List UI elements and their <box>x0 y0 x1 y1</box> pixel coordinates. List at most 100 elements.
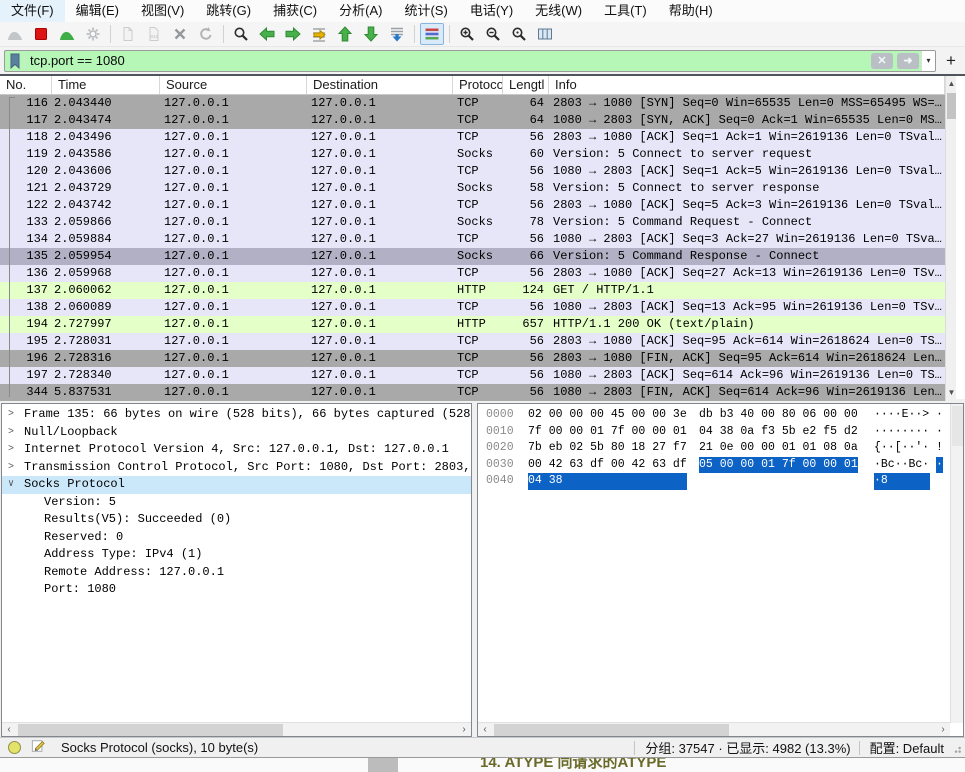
hex-offset[interactable]: 0000 <box>486 407 516 424</box>
menu-item[interactable]: 跳转(G) <box>195 0 262 22</box>
packet-row[interactable]: 1342.059884127.0.0.1127.0.0.1TCP561080 →… <box>0 231 945 248</box>
packet-list-scrollbar[interactable]: ▲ ▼ <box>945 76 956 401</box>
scroll-right-icon[interactable]: › <box>936 723 950 737</box>
packet-row[interactable]: 1942.727997127.0.0.1127.0.0.1HTTP657HTTP… <box>0 316 945 333</box>
ascii-bytes[interactable]: ····E··> <box>874 407 930 424</box>
details-hscrollbar[interactable]: ‹ › <box>2 722 471 736</box>
scrollbar-thumb[interactable] <box>494 724 729 736</box>
packet-row[interactable]: 1192.043586127.0.0.1127.0.0.1Socks60Vers… <box>0 146 945 163</box>
column-header-no[interactable]: No. <box>0 76 52 94</box>
packet-row[interactable]: 1372.060062127.0.0.1127.0.0.1HTTP124GET … <box>0 282 945 299</box>
resize-grip[interactable] <box>950 742 962 754</box>
detail-tree-item[interactable]: Remote Address: 127.0.0.1 <box>2 564 471 582</box>
go-to-packet-icon[interactable] <box>307 23 331 45</box>
ascii-bytes[interactable]: ·8 <box>874 473 930 490</box>
add-filter-button[interactable]: + <box>941 51 961 71</box>
colorize-icon[interactable] <box>420 23 444 45</box>
scroll-right-icon[interactable]: › <box>457 723 471 737</box>
display-filter-input[interactable]: tcp.port == 1080 <box>25 53 869 68</box>
ascii-bytes[interactable]: · <box>936 407 943 424</box>
ascii-bytes[interactable]: · <box>936 457 943 474</box>
packet-row[interactable]: 1222.043742127.0.0.1127.0.0.1TCP562803 →… <box>0 197 945 214</box>
packet-row[interactable]: 1182.043496127.0.0.1127.0.0.1TCP562803 →… <box>0 129 945 146</box>
menu-item[interactable]: 分析(A) <box>328 0 393 22</box>
detail-tree-item[interactable]: ∨Socks Protocol <box>2 476 471 494</box>
go-last-icon[interactable] <box>359 23 383 45</box>
detail-tree-item[interactable]: >Null/Loopback <box>2 424 471 442</box>
hex-bytes[interactable]: 7b eb 02 5b 80 18 27 f7 <box>528 440 687 457</box>
restart-capture-icon[interactable] <box>55 23 79 45</box>
close-file-icon[interactable] <box>168 23 192 45</box>
hex-offset[interactable]: 0020 <box>486 440 516 457</box>
scrollbar-thumb[interactable] <box>947 93 956 119</box>
column-header-info[interactable]: Info <box>549 76 945 94</box>
detail-tree-item[interactable]: Port: 1080 <box>2 581 471 599</box>
expand-icon[interactable]: > <box>8 424 14 442</box>
packet-list-minimap[interactable] <box>956 76 965 401</box>
packet-row[interactable]: 1962.728316127.0.0.1127.0.0.1TCP562803 →… <box>0 350 945 367</box>
packet-row[interactable]: 1202.043606127.0.0.1127.0.0.1TCP561080 →… <box>0 163 945 180</box>
hex-bytes[interactable]: 02 00 00 00 45 00 00 3e <box>528 407 687 424</box>
hex-row[interactable]: 0040 04 38 ·8 <box>478 473 950 490</box>
hex-row[interactable]: 000002 00 00 00 45 00 00 3edb b3 40 00 8… <box>478 407 950 424</box>
expand-icon[interactable]: > <box>8 459 14 477</box>
menu-item[interactable]: 编辑(E) <box>65 0 130 22</box>
column-header-destination[interactable]: Destination <box>307 76 453 94</box>
hex-bytes[interactable]: 21 0e 00 00 01 01 08 0a <box>699 440 858 457</box>
packet-row[interactable]: 1382.060089127.0.0.1127.0.0.1TCP561080 →… <box>0 299 945 316</box>
menu-item[interactable]: 文件(F) <box>0 0 65 22</box>
detail-tree-item[interactable]: >Frame 135: 66 bytes on wire (528 bits),… <box>2 406 471 424</box>
hex-offset[interactable]: 0030 <box>486 457 516 474</box>
ascii-bytes[interactable]: ! <box>936 440 943 457</box>
column-header-source[interactable]: Source <box>160 76 307 94</box>
packet-row[interactable]: 1952.728031127.0.0.1127.0.0.1TCP562803 →… <box>0 333 945 350</box>
packet-row[interactable]: 1332.059866127.0.0.1127.0.0.1Socks78Vers… <box>0 214 945 231</box>
packet-row[interactable]: 1972.728340127.0.0.1127.0.0.1TCP561080 →… <box>0 367 945 384</box>
hex-offset[interactable]: 0010 <box>486 424 516 441</box>
display-filter-field[interactable]: tcp.port == 1080 ✕ ➜ ▾ <box>4 50 936 72</box>
find-packet-icon[interactable] <box>229 23 253 45</box>
detail-tree-item[interactable]: >Transmission Control Protocol, Src Port… <box>2 459 471 477</box>
reload-file-icon[interactable] <box>194 23 218 45</box>
hex-bytes[interactable]: 04 38 <box>528 473 687 490</box>
profile-selector[interactable]: 配置: Default <box>870 738 944 757</box>
ascii-bytes[interactable]: · <box>936 424 943 441</box>
start-capture-icon[interactable] <box>3 23 27 45</box>
expand-icon[interactable]: > <box>8 441 14 459</box>
go-back-icon[interactable] <box>255 23 279 45</box>
packet-row[interactable]: 1352.059954127.0.0.1127.0.0.1Socks66Vers… <box>0 248 945 265</box>
detail-tree-item[interactable]: Address Type: IPv4 (1) <box>2 546 471 564</box>
filter-dropdown-icon[interactable]: ▾ <box>921 51 935 71</box>
go-forward-icon[interactable] <box>281 23 305 45</box>
scroll-left-icon[interactable]: ‹ <box>478 723 492 737</box>
menu-item[interactable]: 统计(S) <box>393 0 458 22</box>
menu-item[interactable]: 电话(Y) <box>459 0 524 22</box>
column-header-protocol[interactable]: Protocol <box>453 76 503 94</box>
capture-options-icon[interactable] <box>81 23 105 45</box>
ascii-bytes[interactable]: {··[··'· <box>874 440 930 457</box>
ascii-bytes[interactable]: ·Bc··Bc· <box>874 457 930 474</box>
hex-row[interactable]: 003000 42 63 df 00 42 63 df05 00 00 01 7… <box>478 457 950 474</box>
resize-columns-icon[interactable] <box>533 23 557 45</box>
menu-item[interactable]: 无线(W) <box>524 0 593 22</box>
packet-row[interactable]: 3445.837531127.0.0.1127.0.0.1TCP561080 →… <box>0 384 945 401</box>
collapse-icon[interactable]: ∨ <box>8 476 14 494</box>
menu-item[interactable]: 工具(T) <box>593 0 658 22</box>
hex-bytes[interactable]: 05 00 00 01 7f 00 00 01 <box>699 457 858 474</box>
zoom-in-icon[interactable] <box>455 23 479 45</box>
stop-capture-icon[interactable] <box>29 23 53 45</box>
detail-tree-item[interactable]: Results(V5): Succeeded (0) <box>2 511 471 529</box>
menu-item[interactable]: 帮助(H) <box>658 0 724 22</box>
scrollbar-thumb[interactable] <box>18 724 283 736</box>
go-first-icon[interactable] <box>333 23 357 45</box>
detail-tree-item[interactable]: Version: 5 <box>2 494 471 512</box>
detail-tree-item[interactable]: >Internet Protocol Version 4, Src: 127.0… <box>2 441 471 459</box>
hex-offset[interactable]: 0040 <box>486 473 516 490</box>
packet-row[interactable]: 1212.043729127.0.0.1127.0.0.1Socks58Vers… <box>0 180 945 197</box>
detail-tree-item[interactable]: Reserved: 0 <box>2 529 471 547</box>
capture-comment-icon[interactable] <box>31 739 45 756</box>
save-file-icon[interactable]: 010 <box>142 23 166 45</box>
scroll-left-icon[interactable]: ‹ <box>2 723 16 737</box>
column-header-time[interactable]: Time <box>52 76 160 94</box>
menu-item[interactable]: 视图(V) <box>130 0 195 22</box>
